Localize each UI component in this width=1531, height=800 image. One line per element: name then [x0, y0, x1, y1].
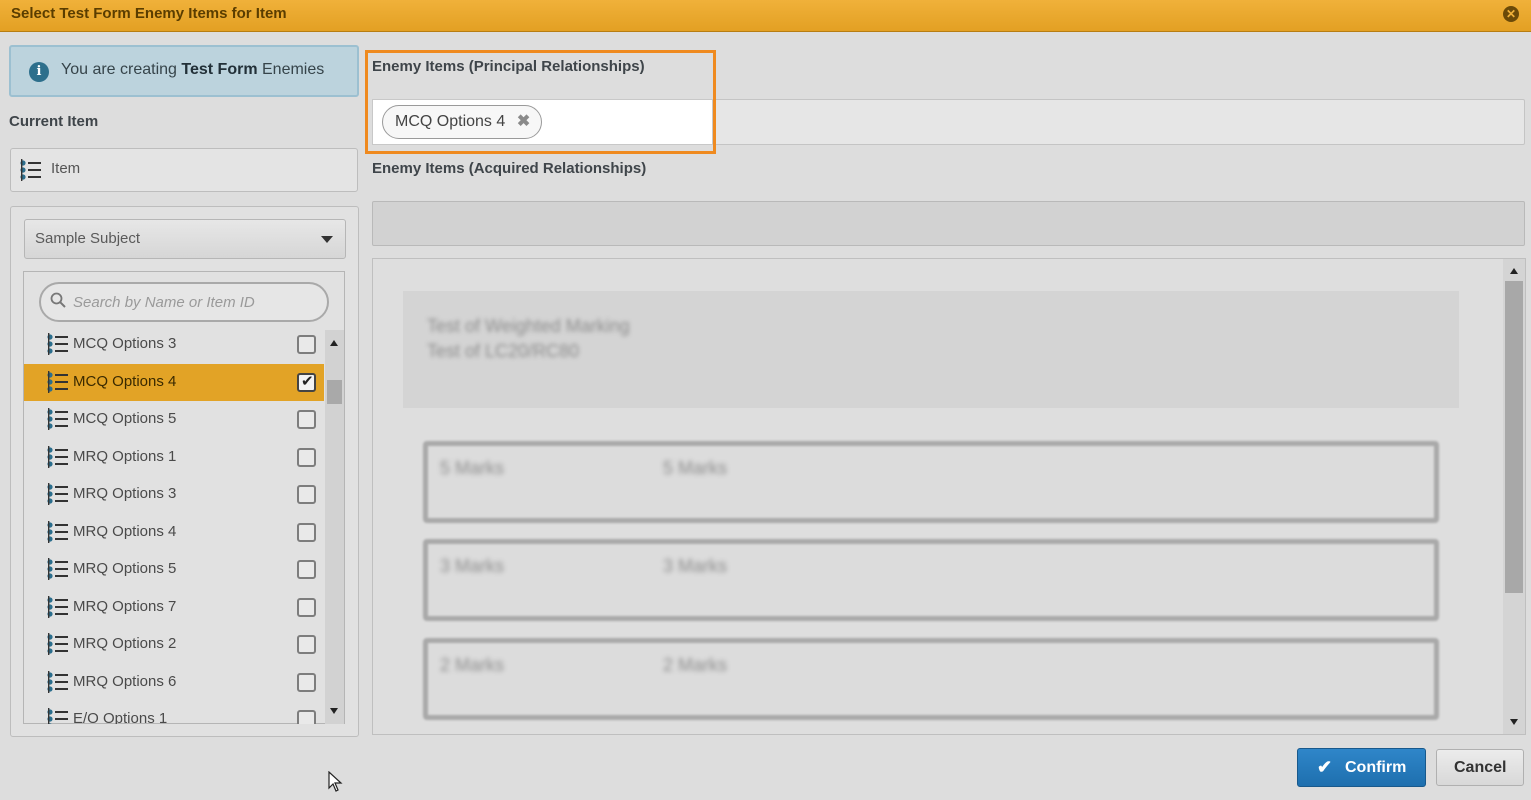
item-checkbox[interactable] [297, 485, 316, 504]
list-item-label: MRQ Options 4 [73, 522, 177, 540]
acquired-heading: Enemy Items (Acquired Relationships) [372, 160, 647, 177]
confirm-label: Confirm [1345, 759, 1407, 776]
list-item[interactable]: MRQ Options 2 [24, 626, 324, 663]
list-item-label: MRQ Options 2 [73, 635, 177, 652]
list-item[interactable]: MRQ Options 5 [24, 551, 324, 588]
cancel-button[interactable]: Cancel [1436, 749, 1524, 786]
item-list-box: Search by Name or Item ID MCQ Options 3M… [23, 271, 345, 724]
list-item-icon [47, 445, 68, 468]
list-item-label: MRQ Options 7 [73, 597, 177, 615]
list-item[interactable]: MRQ Options 6 [24, 664, 324, 701]
mouse-cursor-icon [328, 771, 343, 792]
list-item-label: MRQ Options 1 [73, 447, 177, 465]
current-item-label: Item [51, 160, 81, 177]
list-item[interactable]: E/O Options 1 [24, 701, 324, 724]
item-checkbox[interactable] [297, 710, 316, 724]
list-item-label: MCQ Options 4 [73, 372, 177, 390]
list-item-icon [47, 558, 68, 580]
preview-header-line1: Test of Weighted Marking [427, 316, 630, 336]
info-banner: i You are creating Test Form Enemies [9, 45, 359, 97]
preview-mark-box: 2 Marks 2 Marks [423, 638, 1439, 720]
list-item-icon [47, 633, 68, 655]
list-item-icon [47, 708, 68, 724]
item-list-scrollbar[interactable] [325, 330, 344, 724]
remove-tag-icon[interactable]: ✖ [517, 106, 530, 138]
list-item[interactable]: MRQ Options 7 [24, 589, 324, 626]
confirm-button[interactable]: ✔ Confirm [1297, 748, 1426, 787]
current-item-box: Item [10, 148, 358, 192]
list-item-icon [47, 520, 68, 543]
list-item-label: MCQ Options 5 [73, 410, 177, 427]
principal-tag-input[interactable]: MCQ Options 4 ✖ [372, 99, 713, 145]
scroll-up-icon[interactable] [330, 340, 338, 346]
item-checkbox[interactable] [297, 447, 316, 467]
acquired-enemies-field [372, 201, 1525, 246]
preview-mark-left: 3 Marks [440, 556, 505, 576]
item-preview: Test of Weighted Marking Test of LC20/RC… [372, 258, 1526, 735]
item-checkbox[interactable]: ✔ [297, 372, 316, 392]
preview-header: Test of Weighted Marking Test of LC20/RC… [403, 291, 1459, 408]
preview-mark-left: 5 Marks [440, 458, 505, 478]
preview-mark-box: 5 Marks 5 Marks [423, 441, 1439, 523]
preview-mark-left: 2 Marks [440, 655, 505, 675]
enemy-tag: MCQ Options 4 ✖ [382, 105, 543, 139]
subject-select-value: Sample Subject [35, 230, 141, 247]
principal-heading: Enemy Items (Principal Relationships) [372, 58, 645, 75]
preview-header-line2: Test of LC20/RC80 [427, 341, 580, 361]
list-item[interactable]: MRQ Options 3 [24, 476, 324, 513]
list-item-icon [47, 670, 68, 693]
scroll-down-icon[interactable] [330, 708, 338, 714]
preview-scrollbar[interactable] [1503, 259, 1525, 734]
enemy-tag-label: MCQ Options 4 [395, 113, 506, 130]
preview-mark-box: 3 Marks 3 Marks [423, 539, 1439, 621]
current-item-heading: Current Item [9, 113, 99, 130]
scroll-up-icon[interactable] [1510, 268, 1518, 274]
item-checkbox[interactable] [297, 635, 316, 654]
list-item-label: E/O Options 1 [73, 710, 168, 724]
list-item-icon [47, 408, 68, 430]
item-checkbox[interactable] [297, 335, 316, 354]
scroll-down-icon[interactable] [1510, 719, 1518, 725]
checkmark-icon: ✔ [1317, 757, 1333, 777]
subject-select[interactable]: Sample Subject [24, 219, 346, 259]
list-item-label: MRQ Options 3 [73, 485, 177, 502]
list-item-label: MRQ Options 5 [73, 560, 177, 577]
search-input[interactable]: Search by Name or Item ID [39, 282, 329, 322]
item-list: MCQ Options 3 MCQ Options 4 ✔ MCQ Options 5… [24, 330, 324, 724]
list-item-icon [47, 333, 68, 355]
list-item-icon [20, 159, 41, 181]
search-placeholder: Search by Name or Item ID [73, 294, 255, 311]
list-item-icon [47, 483, 68, 505]
list-item[interactable]: MRQ Options 1 [24, 439, 324, 476]
scroll-thumb[interactable] [327, 380, 342, 404]
scroll-thumb[interactable] [1505, 281, 1523, 593]
list-item[interactable]: MCQ Options 3 [24, 330, 324, 363]
list-item-icon [47, 595, 68, 618]
dialog-title: Select Test Form Enemy Items for Item [11, 5, 287, 22]
chevron-down-icon [321, 236, 333, 243]
preview-mark-right: 5 Marks [663, 458, 728, 478]
cancel-label: Cancel [1454, 759, 1507, 776]
close-icon[interactable]: ✕ [1503, 6, 1519, 22]
item-checkbox[interactable] [297, 410, 316, 429]
list-item-label: MRQ Options 6 [73, 672, 177, 690]
item-checkbox[interactable] [297, 672, 316, 692]
item-checkbox[interactable] [297, 597, 316, 617]
preview-mark-right: 3 Marks [663, 556, 728, 576]
info-icon: i [29, 62, 49, 82]
list-item-icon [47, 370, 68, 393]
item-checkbox[interactable] [297, 522, 316, 542]
checkmark-icon: ✔ [301, 372, 314, 390]
list-item-label: MCQ Options 3 [73, 335, 177, 352]
dialog-titlebar: Select Test Form Enemy Items for Item ✕ [0, 0, 1531, 32]
item-checkbox[interactable] [297, 560, 316, 579]
search-icon [50, 292, 66, 308]
info-message: You are creating Test Form Enemies [61, 61, 325, 78]
preview-mark-right: 2 Marks [663, 655, 728, 675]
list-item[interactable]: MRQ Options 4 [24, 514, 324, 551]
list-item[interactable]: MCQ Options 5 [24, 401, 324, 438]
list-item[interactable]: MCQ Options 4 ✔ [24, 363, 324, 401]
item-browser-panel: Sample Subject Search by Name or Item ID… [10, 206, 359, 737]
